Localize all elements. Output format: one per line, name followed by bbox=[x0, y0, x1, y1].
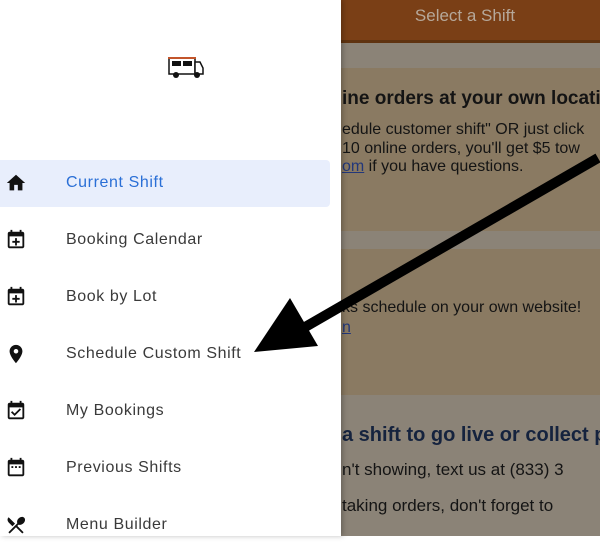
menu-item-label: Booking Calendar bbox=[66, 231, 203, 248]
info-line: edule customer shift" OR just click bbox=[342, 121, 585, 138]
info-line: 10 online orders, you'll get $5 tow bbox=[342, 140, 580, 157]
calendar-plus-icon bbox=[7, 229, 25, 249]
shift-heading: a shift to go live or collect p bbox=[342, 424, 600, 446]
calendar-plus-icon bbox=[7, 286, 25, 306]
website-link[interactable]: n bbox=[342, 319, 351, 337]
calendar-check-icon bbox=[7, 400, 25, 420]
navigation-drawer: Current Shift Booking Calendar Book by L… bbox=[0, 0, 341, 536]
calendar-icon bbox=[7, 457, 25, 477]
menu-item-my-bookings[interactable]: My Bookings bbox=[0, 388, 330, 435]
menu-item-label: My Bookings bbox=[66, 402, 165, 419]
info-line: om if you have questions. bbox=[342, 158, 524, 175]
menu-item-current-shift[interactable]: Current Shift bbox=[0, 160, 330, 207]
header-title[interactable]: Select a Shift bbox=[330, 0, 600, 40]
menu-item-previous-shifts[interactable]: Previous Shifts bbox=[0, 445, 330, 492]
logo bbox=[96, 34, 228, 92]
home-icon bbox=[6, 174, 26, 191]
info-line: n't showing, text us at (833) 3 bbox=[342, 460, 564, 479]
menu-item-label: Menu Builder bbox=[66, 516, 168, 533]
food-truck-icon bbox=[168, 57, 204, 78]
utensils-icon bbox=[7, 516, 26, 534]
menu-item-label: Schedule Custom Shift bbox=[66, 345, 242, 362]
menu-item-menu-builder[interactable]: Menu Builder bbox=[0, 502, 330, 549]
menu-item-label: Current Shift bbox=[66, 174, 164, 191]
menu-item-book-by-lot[interactable]: Book by Lot bbox=[0, 274, 330, 321]
map-pin-icon bbox=[9, 344, 23, 364]
contact-link[interactable]: om bbox=[342, 158, 364, 175]
menu-item-label: Book by Lot bbox=[66, 288, 158, 305]
menu-item-schedule-custom-shift[interactable]: Schedule Custom Shift bbox=[0, 331, 330, 378]
info-line: taking orders, don't forget to bbox=[342, 496, 554, 515]
online-orders-heading: ine orders at your own locati bbox=[342, 88, 600, 109]
website-info-line: ks schedule on your own website! bbox=[342, 299, 582, 316]
menu-item-booking-calendar[interactable]: Booking Calendar bbox=[0, 217, 330, 264]
menu-item-label: Previous Shifts bbox=[66, 459, 182, 476]
